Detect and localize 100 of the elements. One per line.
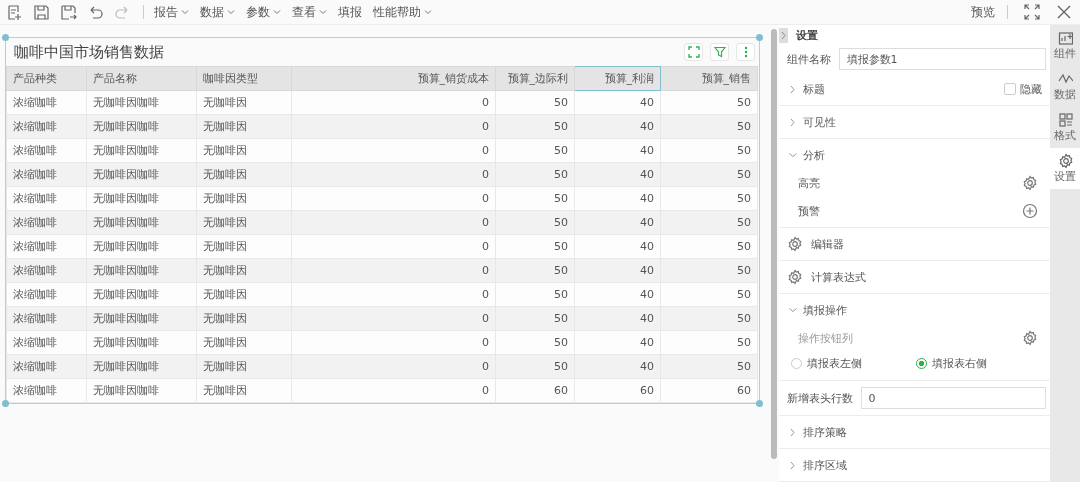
column-header[interactable]: 预算_边际利 — [495, 66, 575, 91]
fullscreen-icon[interactable] — [1024, 4, 1040, 20]
table-cell: 无咖啡因 — [196, 234, 292, 259]
name-field[interactable]: 填报参数1 — [838, 48, 1047, 70]
table-cell: 无咖啡因 — [196, 90, 292, 115]
table-cell: 0 — [291, 306, 496, 331]
filter-button[interactable] — [710, 43, 729, 61]
column-header[interactable]: 产品名称 — [86, 66, 197, 91]
gear-icon[interactable] — [1022, 330, 1039, 346]
column-header[interactable]: 产品种类 — [6, 66, 87, 91]
section-header[interactable]: 排序区域 — [788, 457, 847, 473]
menu-item[interactable]: 数据 — [200, 3, 235, 21]
gear-icon — [1057, 153, 1073, 168]
table-cell: 无咖啡因咖啡 — [86, 138, 197, 163]
chevron-down-icon — [788, 305, 797, 315]
table-cell: 40 — [574, 90, 661, 115]
more-button[interactable] — [736, 43, 755, 61]
table-cell: 无咖啡因咖啡 — [86, 186, 197, 211]
table-cell: 50 — [660, 186, 758, 211]
panel-tool-item[interactable]: 编辑器 — [778, 230, 1051, 258]
table-cell: 60 — [660, 378, 758, 403]
gear-icon — [786, 269, 803, 285]
table-cell: 无咖啡因 — [196, 210, 292, 235]
field-label: 组件名称 — [786, 51, 831, 67]
preview-button[interactable]: 预览 — [971, 3, 995, 21]
gear-icon[interactable] — [1022, 175, 1039, 191]
table-cell: 50 — [660, 258, 758, 283]
table-cell: 40 — [574, 114, 661, 139]
menu-item[interactable]: 查看 — [292, 3, 327, 21]
table-cell: 60 — [574, 378, 661, 403]
table-cell: 无咖啡因咖啡 — [86, 282, 197, 307]
section-header[interactable]: 填报操作 — [788, 302, 847, 318]
chevron-down-icon — [788, 150, 797, 160]
number-field[interactable]: 0 — [860, 387, 1047, 409]
section-header[interactable]: 可见性 — [788, 114, 836, 130]
hide-checkbox[interactable]: 隐藏 — [1004, 81, 1043, 97]
table-cell: 无咖啡因 — [196, 330, 292, 355]
save-as-icon[interactable] — [60, 3, 77, 21]
add-icon[interactable] — [1022, 203, 1039, 219]
chevron-right-icon — [788, 427, 797, 437]
field-label: 新增表头行数 — [786, 390, 853, 406]
caret-icon — [273, 9, 281, 15]
table-cell: 50 — [660, 330, 758, 355]
side-tab[interactable]: 数据 — [1050, 66, 1080, 107]
table-cell: 40 — [574, 354, 661, 379]
panel-tool-item[interactable]: 计算表达式 — [778, 263, 1051, 291]
table-cell: 无咖啡因咖啡 — [86, 378, 197, 403]
radio-option[interactable]: 填报表左侧 — [790, 355, 917, 371]
table-cell: 无咖啡因咖啡 — [86, 330, 197, 355]
table-cell: 浓缩咖啡 — [6, 258, 87, 283]
radio-option[interactable]: 填报表右侧 — [916, 355, 1043, 371]
caret-icon — [319, 9, 327, 15]
resize-handle[interactable] — [756, 34, 763, 41]
scrollbar[interactable] — [770, 29, 777, 459]
section-header[interactable]: 标题 — [788, 81, 825, 97]
table-cell: 40 — [574, 330, 661, 355]
side-tab[interactable]: 设置 — [1050, 148, 1080, 189]
table-cell: 无咖啡因 — [196, 258, 292, 283]
section-header[interactable]: 分析 — [788, 147, 825, 163]
side-tab[interactable]: 组件 — [1050, 25, 1080, 66]
table-cell: 40 — [574, 234, 661, 259]
filter-icon — [713, 46, 726, 58]
expand-button[interactable] — [684, 43, 703, 61]
table-cell: 40 — [574, 258, 661, 283]
table-cell: 50 — [660, 138, 758, 163]
menu-item[interactable]: 参数 — [246, 3, 281, 21]
side-tab[interactable]: 格式 — [1050, 107, 1080, 148]
resize-handle[interactable] — [756, 400, 763, 407]
save-icon[interactable] — [33, 3, 50, 21]
menu-item[interactable]: 报告 — [154, 3, 189, 21]
chevron-right-icon — [788, 460, 797, 470]
column-header[interactable]: 咖啡因类型 — [196, 66, 292, 91]
section-header[interactable]: 排序策略 — [788, 424, 847, 440]
chart-add-icon — [1057, 30, 1073, 45]
table-cell: 40 — [574, 162, 661, 187]
table-cell: 0 — [291, 138, 496, 163]
table-cell: 浓缩咖啡 — [6, 210, 87, 235]
table-cell: 无咖啡因 — [196, 114, 292, 139]
column-header[interactable]: 预算_销货成本 — [291, 66, 496, 91]
resize-handle[interactable] — [2, 400, 9, 407]
table-cell: 无咖啡因咖啡 — [86, 162, 197, 187]
table-cell: 无咖啡因咖啡 — [86, 354, 197, 379]
caret-icon — [227, 9, 235, 15]
menu-item[interactable]: 填报 — [338, 3, 362, 21]
column-header[interactable]: 预算_利润 — [574, 66, 661, 91]
table-cell: 无咖啡因咖啡 — [86, 114, 197, 139]
caret-icon — [424, 9, 432, 15]
grid-icon — [1057, 112, 1073, 127]
table-cell: 无咖啡因咖啡 — [86, 258, 197, 283]
close-icon[interactable] — [1056, 4, 1072, 20]
column-header[interactable]: 预算_销售 — [660, 66, 758, 91]
table-cell: 50 — [660, 210, 758, 235]
resize-handle[interactable] — [2, 34, 9, 41]
menu-item[interactable]: 性能帮助 — [373, 3, 432, 21]
table-cell: 0 — [291, 378, 496, 403]
collapse-icon[interactable] — [778, 27, 788, 43]
table-cell: 50 — [660, 90, 758, 115]
table-cell: 无咖啡因 — [196, 138, 292, 163]
new-file-icon[interactable] — [6, 3, 23, 21]
table-cell: 无咖啡因 — [196, 186, 292, 211]
